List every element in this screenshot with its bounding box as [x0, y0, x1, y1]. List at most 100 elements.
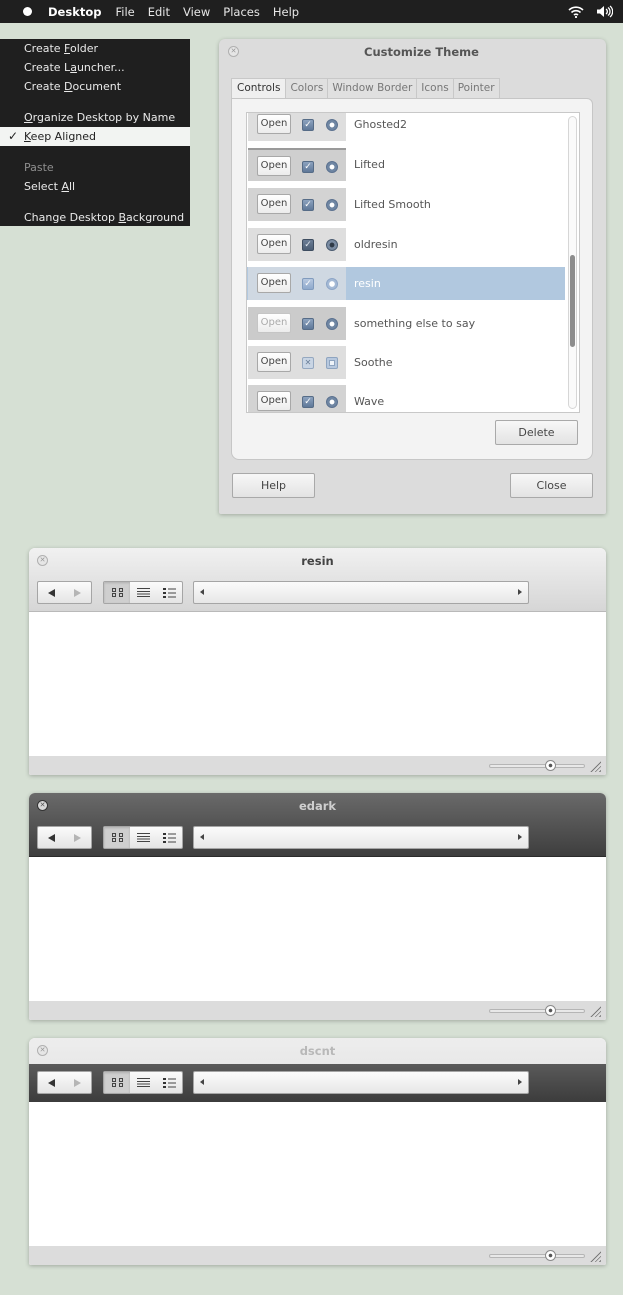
theme-row-ghosted2[interactable]: Open ✓ Ghosted2	[247, 113, 565, 141]
preview-checkbox-icon: ✕	[302, 357, 314, 369]
list-view-button[interactable]	[130, 1072, 156, 1093]
icon-view-button[interactable]	[104, 827, 130, 848]
menu-item-change-background[interactable]: Change Desktop Background	[24, 208, 184, 227]
resize-grip-icon[interactable]	[590, 1006, 601, 1017]
zoom-slider-knob[interactable]	[545, 760, 557, 771]
location-bar[interactable]	[193, 1071, 529, 1094]
menu-help[interactable]: Help	[273, 5, 299, 19]
zoom-slider[interactable]	[489, 1250, 585, 1261]
preview-radio-icon	[326, 199, 338, 211]
file-view[interactable]	[29, 857, 606, 1002]
file-window-dscnt: ✕ dscnt	[29, 1038, 606, 1265]
menu-item-keep-aligned[interactable]: ✓ Keep Aligned	[0, 127, 190, 146]
scroll-right-icon[interactable]	[518, 589, 522, 595]
menu-item-organize-desktop[interactable]: Organize Desktop by Name	[24, 108, 175, 127]
close-button[interactable]: Close	[510, 473, 593, 498]
apple-logo-icon[interactable]	[23, 7, 32, 16]
list-view-button[interactable]	[130, 582, 156, 603]
compact-view-button[interactable]	[156, 827, 182, 848]
tab-icons[interactable]: Icons	[416, 78, 454, 98]
theme-preview: Open ✓	[248, 307, 346, 340]
help-button[interactable]: Help	[232, 473, 315, 498]
file-view[interactable]	[29, 1102, 606, 1247]
scroll-left-icon[interactable]	[200, 589, 204, 595]
tab-window-border[interactable]: Window Border	[327, 78, 418, 98]
menu-item-create-launcher[interactable]: Create Launcher...	[24, 58, 125, 77]
icon-view-button[interactable]	[104, 1072, 130, 1093]
preview-checkbox-icon: ✓	[302, 161, 314, 173]
status-bar	[29, 1001, 606, 1020]
back-button[interactable]	[38, 582, 65, 603]
menu-edit[interactable]: Edit	[148, 5, 170, 19]
scroll-right-icon[interactable]	[518, 834, 522, 840]
back-button[interactable]	[38, 827, 65, 848]
preview-open-button: Open	[257, 114, 291, 134]
preview-open-button: Open	[257, 194, 291, 214]
window-toolbar: ✕ resin	[29, 548, 606, 612]
forward-button[interactable]	[65, 582, 92, 603]
view-mode-buttons	[103, 826, 183, 849]
compact-view-button[interactable]	[156, 1072, 182, 1093]
arrow-left-icon	[47, 588, 55, 597]
scroll-left-icon[interactable]	[200, 1079, 204, 1085]
arrow-right-icon	[74, 1078, 82, 1087]
scroll-right-icon[interactable]	[518, 1079, 522, 1085]
theme-row-oldresin[interactable]: Open ✓ oldresin	[247, 228, 565, 261]
file-view[interactable]	[29, 612, 606, 757]
theme-row-soothe[interactable]: Open ✕ Soothe	[247, 346, 565, 379]
theme-list-scrollbar[interactable]	[568, 116, 577, 409]
tab-colors[interactable]: Colors	[285, 78, 329, 98]
theme-preview: Open ✓	[248, 267, 346, 300]
theme-row-something-else-to-say[interactable]: Open ✓ something else to say	[247, 307, 565, 340]
tab-controls[interactable]: Controls	[231, 78, 287, 99]
file-window-edark: ✕ edark	[29, 793, 606, 1020]
menu-item-create-document[interactable]: Create Document	[24, 77, 121, 96]
customize-theme-dialog: ✕ Customize Theme Controls Colors Window…	[219, 39, 606, 514]
zoom-slider[interactable]	[489, 1005, 585, 1016]
compact-list-icon	[162, 832, 176, 843]
scroll-left-icon[interactable]	[200, 834, 204, 840]
preview-checkbox-icon: ✓	[302, 199, 314, 211]
menu-item-select-all[interactable]: Select All	[24, 177, 75, 196]
resize-grip-icon[interactable]	[590, 1251, 601, 1262]
status-bar	[29, 1246, 606, 1265]
icon-view-button[interactable]	[104, 582, 130, 603]
zoom-slider-knob[interactable]	[545, 1250, 557, 1261]
list-view-button[interactable]	[130, 827, 156, 848]
grid-view-icon	[111, 1078, 123, 1087]
zoom-slider-knob[interactable]	[545, 1005, 557, 1016]
volume-icon[interactable]	[596, 5, 613, 18]
list-view-icon	[136, 1078, 150, 1087]
resize-grip-icon[interactable]	[590, 761, 601, 772]
arrow-left-icon	[47, 833, 55, 842]
theme-row-lifted[interactable]: Open ✓ Lifted	[247, 148, 565, 181]
delete-button[interactable]: Delete	[495, 420, 578, 445]
location-bar[interactable]	[193, 581, 529, 604]
location-bar[interactable]	[193, 826, 529, 849]
scrollbar-thumb[interactable]	[570, 255, 575, 347]
dialog-titlebar[interactable]: ✕ Customize Theme	[219, 39, 606, 65]
menu-file[interactable]: File	[115, 5, 134, 19]
menu-view[interactable]: View	[183, 5, 210, 19]
menu-app-desktop[interactable]: Desktop	[48, 5, 101, 19]
theme-row-lifted-smooth[interactable]: Open ✓ Lifted Smooth	[247, 188, 565, 221]
zoom-slider[interactable]	[489, 760, 585, 771]
theme-row-resin[interactable]: Open ✓ resin	[247, 267, 565, 300]
back-button[interactable]	[38, 1072, 65, 1093]
theme-name: something else to say	[354, 317, 476, 330]
preview-open-button: Open	[257, 313, 291, 333]
compact-view-button[interactable]	[156, 582, 182, 603]
menu-item-create-folder[interactable]: Create Folder	[24, 39, 98, 58]
forward-button[interactable]	[65, 1072, 92, 1093]
theme-list[interactable]: Open ✓ Ghosted2 Open ✓ Lifted Open ✓ Lif…	[246, 112, 580, 413]
theme-row-wave[interactable]: Open ✓ Wave	[247, 385, 565, 412]
menu-places[interactable]: Places	[223, 5, 260, 19]
forward-button[interactable]	[65, 827, 92, 848]
status-bar	[29, 756, 606, 775]
preview-open-button: Open	[257, 156, 291, 176]
desktop-context-menu: Create Folder Create Launcher... Create …	[0, 39, 190, 226]
tab-pointer[interactable]: Pointer	[452, 78, 500, 98]
wifi-icon[interactable]	[568, 5, 584, 18]
theme-name: Soothe	[354, 356, 393, 369]
theme-preview: Open ✓	[248, 148, 346, 181]
